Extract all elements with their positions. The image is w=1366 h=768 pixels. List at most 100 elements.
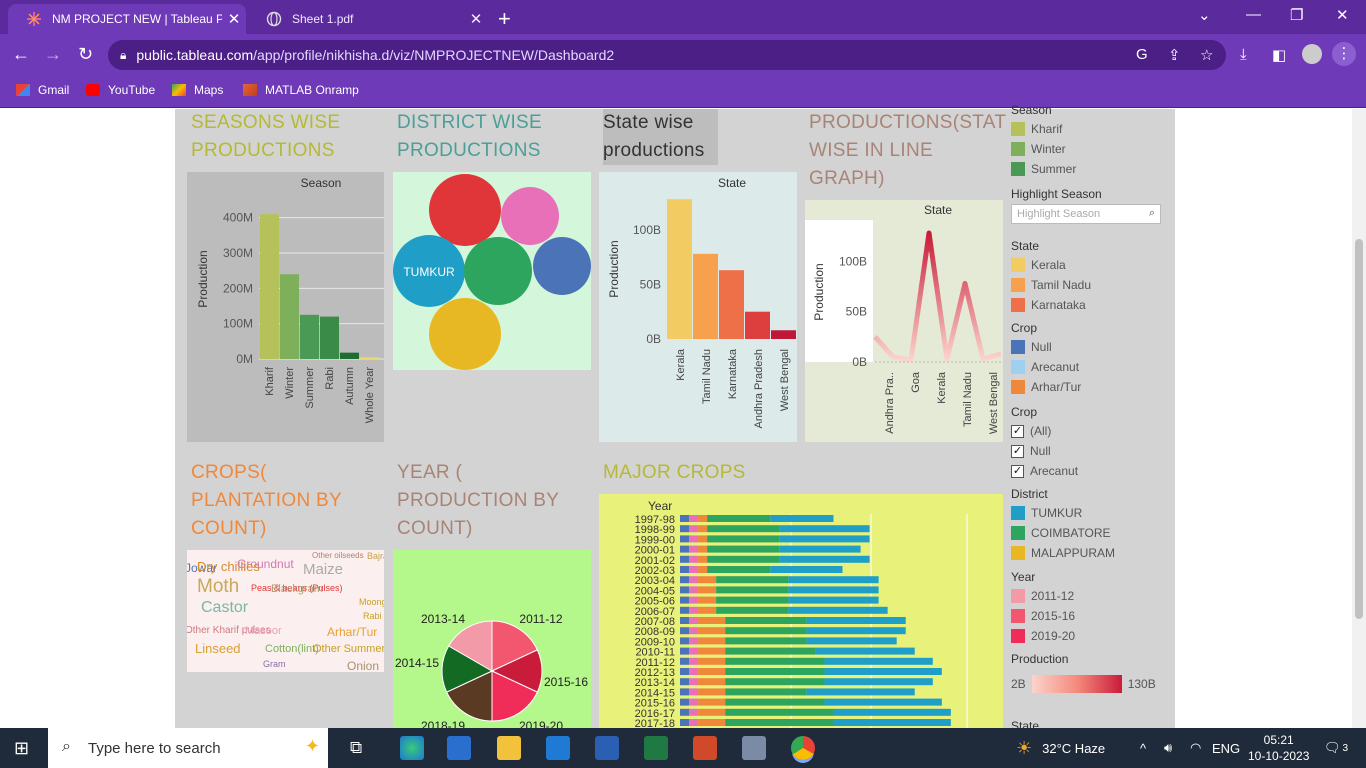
file-explorer-icon[interactable] (497, 736, 521, 760)
stacked-bar-segment[interactable] (698, 627, 726, 635)
stacked-bar-segment[interactable] (824, 698, 942, 706)
word-cloud-term[interactable]: Arhar/Tur (327, 626, 377, 638)
district-bubble[interactable] (464, 237, 532, 305)
stacked-bar-segment[interactable] (680, 555, 690, 563)
stacked-bar-segment[interactable] (779, 555, 870, 563)
stacked-bar-segment[interactable] (689, 515, 699, 522)
word-cloud-term[interactable]: Castor (201, 600, 248, 616)
stacked-bar-segment[interactable] (680, 576, 690, 584)
legend-item-state[interactable]: Karnataka (1011, 298, 1086, 312)
stacked-bar-segment[interactable] (689, 555, 699, 563)
word-cloud-term[interactable]: Blackgram (271, 584, 323, 595)
excel-icon[interactable] (644, 736, 668, 760)
stacked-bar-segment[interactable] (698, 678, 726, 686)
share-icon[interactable]: ⇪ (1168, 46, 1181, 64)
stacked-bar-segment[interactable] (680, 637, 690, 645)
district-bubble[interactable] (429, 174, 501, 246)
stacked-bar-segment[interactable] (698, 596, 717, 604)
menu-icon[interactable]: ⋮ (1332, 42, 1356, 66)
season-bar[interactable] (280, 274, 299, 359)
whiteboard-icon[interactable] (742, 736, 766, 760)
stacked-bar-segment[interactable] (689, 545, 699, 553)
stacked-bar-segment[interactable] (680, 535, 690, 543)
stacked-bar-segment[interactable] (707, 525, 780, 533)
stacked-bar-segment[interactable] (689, 535, 699, 543)
stacked-bar-segment[interactable] (716, 576, 789, 584)
stacked-bar-segment[interactable] (806, 627, 906, 635)
stacked-bar-segment[interactable] (815, 647, 915, 655)
year-pie-chart[interactable]: 2013-14 2011-12 2014-15 2015-16 2018-19 2019-… (393, 550, 591, 728)
stacked-bar-segment[interactable] (698, 515, 708, 522)
stacked-bar-segment[interactable] (680, 657, 690, 665)
stacked-bar-segment[interactable] (680, 719, 690, 726)
stacked-bar-segment[interactable] (698, 576, 717, 584)
volume-icon[interactable]: 🔊︎ (1164, 728, 1172, 768)
stacked-bar-segment[interactable] (680, 708, 690, 716)
stacked-bar-segment[interactable] (698, 688, 726, 696)
season-bar[interactable] (300, 314, 319, 359)
district-bubble[interactable] (501, 187, 559, 245)
season-bar[interactable] (260, 214, 279, 359)
seasons-chart-panel[interactable]: Season Production 0M 100M 200M 300M 400M Kharif… (187, 172, 384, 442)
stacked-bar-segment[interactable] (680, 566, 690, 573)
legend-item-year[interactable]: 2011-12 (1011, 589, 1074, 603)
stacked-bar-segment[interactable] (698, 606, 717, 614)
windows-start-icon[interactable]: ⊞ (14, 738, 29, 759)
legend-item-district[interactable]: TUMKUR (1011, 506, 1082, 520)
stacked-bar-segment[interactable] (725, 637, 807, 645)
stacked-bar-segment[interactable] (698, 657, 726, 665)
stacked-bar-segment[interactable] (689, 708, 699, 716)
stacked-bar-segment[interactable] (689, 627, 699, 635)
stacked-bar-segment[interactable] (698, 566, 708, 573)
stacked-bar-segment[interactable] (698, 708, 726, 716)
store-icon[interactable] (447, 736, 471, 760)
checkbox[interactable]: ✓ (1011, 464, 1024, 478)
filter-item-crop[interactable]: ✓ Null (1011, 444, 1051, 458)
highlight-season-input[interactable]: Highlight Season ⌕ (1011, 204, 1161, 224)
word-cloud-term[interactable]: Cotton(lint) (265, 644, 319, 655)
major-crops-stacked-bar[interactable]: Year1997-981998-991999-002000-012001-022… (599, 494, 1003, 728)
task-view-icon[interactable]: ⧉ (350, 728, 362, 768)
stacked-bar-segment[interactable] (725, 657, 825, 665)
taskbar-search[interactable]: ⌕ Type here to search ✦ (48, 728, 328, 768)
stacked-bar-segment[interactable] (698, 545, 708, 553)
bookmark-maps[interactable]: Maps (172, 83, 223, 97)
chrome-icon[interactable] (791, 736, 815, 760)
stacked-bar-segment[interactable] (725, 708, 834, 716)
mail-icon[interactable] (546, 736, 570, 760)
seasons-bar-chart[interactable]: Season Production 0M 100M 200M 300M 400M Kharif… (187, 172, 384, 442)
district-chart-panel[interactable]: TUMKUR (393, 172, 591, 370)
year-pie-panel[interactable]: 2013-14 2011-12 2014-15 2015-16 2018-19 2019-… (393, 550, 591, 728)
stacked-bar-segment[interactable] (689, 596, 699, 604)
stacked-bar-segment[interactable] (770, 566, 843, 573)
word-cloud-term[interactable]: Masoor (245, 626, 282, 637)
new-tab-icon[interactable]: + (498, 6, 511, 32)
stacked-bar-segment[interactable] (725, 627, 807, 635)
stacked-bar-segment[interactable] (788, 586, 879, 594)
stacked-bar-segment[interactable] (806, 688, 915, 696)
word-icon[interactable] (595, 736, 619, 760)
stacked-bar-segment[interactable] (680, 698, 690, 706)
legend-item-district[interactable]: COIMBATORE (1011, 526, 1111, 540)
restore-icon[interactable]: ❐ (1290, 6, 1303, 24)
stacked-bar-segment[interactable] (689, 657, 699, 665)
language-indicator[interactable]: ENG (1212, 728, 1240, 768)
wifi-icon[interactable]: ◠ (1190, 728, 1201, 768)
stacked-bar-segment[interactable] (689, 647, 699, 655)
legend-item-crop[interactable]: Null (1011, 340, 1052, 354)
legend-item-state[interactable]: Tamil Nadu (1011, 278, 1091, 292)
stacked-bar-segment[interactable] (698, 647, 726, 655)
stacked-bar-segment[interactable] (788, 576, 879, 584)
district-bubble[interactable] (429, 298, 501, 370)
state-bar[interactable] (771, 330, 796, 339)
back-icon[interactable]: ← (12, 44, 30, 65)
stacked-bar-segment[interactable] (689, 719, 699, 726)
stacked-bar-segment[interactable] (725, 719, 834, 726)
stacked-bar-segment[interactable] (725, 617, 807, 624)
stacked-bar-segment[interactable] (716, 586, 789, 594)
word-cloud-term[interactable]: Maize (303, 562, 343, 577)
crops-word-cloud[interactable]: Other oilseedsBajraJowarDry chilliesGrou… (187, 550, 384, 672)
google-icon[interactable]: G (1136, 46, 1148, 63)
stacked-bar-segment[interactable] (689, 606, 699, 614)
stacked-bar-segment[interactable] (689, 525, 699, 533)
